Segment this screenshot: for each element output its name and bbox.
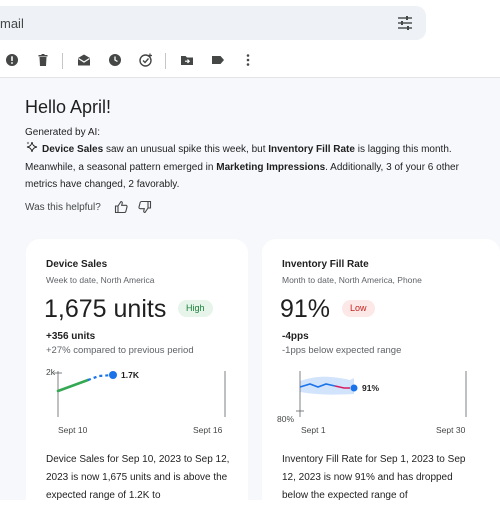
- thumbs-up-icon[interactable]: [114, 200, 128, 214]
- toolbar-divider: [62, 53, 63, 69]
- latest-value-label: 91%: [362, 383, 379, 393]
- card-subtitle: Week to date, North America: [46, 275, 155, 285]
- latest-value-label: 1.7K: [121, 370, 140, 380]
- x-tick-label: Sept 30: [436, 425, 466, 435]
- metric-marketing-impressions: Marketing Impressions: [216, 161, 326, 173]
- latest-value-point: [350, 384, 358, 392]
- metric-value: 91%: [280, 295, 331, 323]
- report-spam-icon[interactable]: [5, 53, 19, 67]
- device-sales-card[interactable]: Device Sales Week to date, North America…: [26, 239, 248, 519]
- inventory-fill-rate-chart: 91% 80% Sept 1 Sept 30: [277, 371, 467, 435]
- message-toolbar: [0, 50, 500, 74]
- metric-delta-description: +27% compared to previous period: [46, 345, 194, 356]
- y-tick-label: 2k: [46, 367, 56, 377]
- feedback-prompt: Was this helpful?: [25, 202, 101, 213]
- insights-panel: Hello April! Generated by AI: Device Sal…: [0, 78, 500, 519]
- x-tick-label: Sept 1: [301, 425, 326, 435]
- y-tick-label: 80%: [277, 414, 294, 424]
- search-bar[interactable]: mail: [0, 6, 426, 40]
- card-title: Inventory Fill Rate: [282, 259, 369, 270]
- search-options-icon[interactable]: [396, 14, 414, 32]
- delete-icon[interactable]: [36, 53, 50, 67]
- metric-delta: -4pps: [282, 331, 309, 342]
- x-tick-label: Sept 16: [193, 425, 223, 435]
- actual-series-line: [56, 378, 90, 393]
- card-description: Inventory Fill Rate for Sep 1, 2023 to S…: [282, 454, 466, 501]
- move-to-icon[interactable]: [180, 53, 194, 67]
- toolbar-divider: [165, 53, 166, 69]
- expected-range-band: [300, 376, 354, 395]
- metric-device-sales: Device Sales: [42, 144, 104, 155]
- greeting-heading: Hello April!: [25, 97, 112, 117]
- latest-value-point: [109, 371, 117, 379]
- search-input[interactable]: mail: [0, 16, 24, 31]
- label-icon[interactable]: [211, 53, 225, 67]
- metric-value: 1,675 units: [44, 295, 167, 323]
- mark-as-read-icon[interactable]: [77, 53, 91, 67]
- ai-sparkle-icon: [26, 141, 38, 153]
- status-badge: Low: [342, 300, 375, 317]
- inventory-fill-rate-card[interactable]: Inventory Fill Rate Month to date, North…: [262, 239, 500, 519]
- ai-summary-text: Device Sales saw an unusual spike this w…: [25, 141, 490, 194]
- x-tick-label: Sept 10: [58, 425, 88, 435]
- metric-delta: +356 units: [46, 331, 96, 342]
- card-subtitle: Month to date, North America, Phone: [282, 275, 422, 285]
- card-title: Device Sales: [46, 259, 108, 270]
- add-to-tasks-icon[interactable]: [139, 53, 153, 67]
- more-icon[interactable]: [241, 53, 255, 67]
- metric-delta-description: -1pps below expected range: [282, 345, 402, 356]
- summary-segment: saw an unusual spike this week, but: [103, 144, 269, 155]
- thumbs-down-icon[interactable]: [138, 200, 152, 214]
- device-sales-chart: 2k 1.7K Sept 10 Sept 16: [46, 367, 226, 435]
- ai-generated-label: Generated by AI:: [25, 127, 101, 138]
- metric-inventory-fill-rate: Inventory Fill Rate: [268, 144, 355, 155]
- status-badge: High: [178, 300, 213, 317]
- card-description: Device Sales for Sep 10, 2023 to Sep 12,…: [46, 454, 230, 501]
- snooze-icon[interactable]: [108, 53, 122, 67]
